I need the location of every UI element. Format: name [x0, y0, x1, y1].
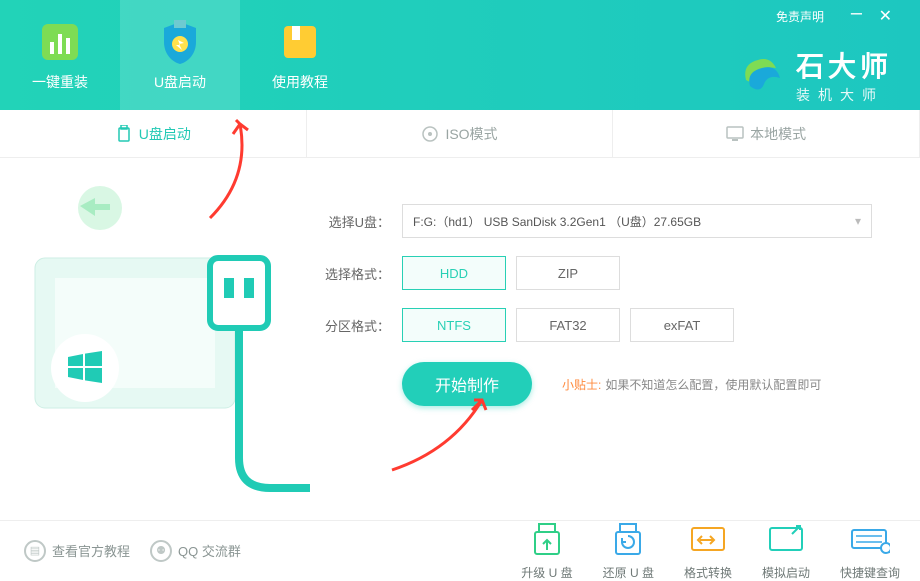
usb-select-value: F:G:（hd1） USB SanDisk 3.2Gen1 （U盘）27.65G… — [413, 213, 701, 230]
footer: ▤ 查看官方教程 ⚉ QQ 交流群 升级 U 盘 还原 U 盘 格式转换 — [0, 520, 920, 580]
tab-label: 使用教程 — [272, 72, 328, 92]
partition-label: 分区格式： — [310, 316, 390, 335]
monitor-icon — [726, 125, 744, 143]
sub-tabs: U盘启动 ISO模式 本地模式 — [0, 110, 920, 158]
form-area: 选择U盘： F:G:（hd1） USB SanDisk 3.2Gen1 （U盘）… — [310, 158, 920, 520]
start-button[interactable]: 开始制作 — [402, 362, 532, 406]
tool-restore-usb[interactable]: 还原 U 盘 — [603, 520, 654, 581]
tool-label: 还原 U 盘 — [603, 564, 654, 581]
book-open-icon: ▤ — [24, 540, 46, 562]
tool-label: 快捷键查询 — [840, 564, 900, 581]
tool-hotkey-lookup[interactable]: 快捷键查询 — [840, 520, 900, 581]
convert-icon — [688, 520, 728, 560]
tip-text: 如果不知道怎么配置，使用默认配置即可 — [605, 378, 821, 392]
footer-link-qq-group[interactable]: ⚉ QQ 交流群 — [150, 540, 241, 562]
format-option-zip[interactable]: ZIP — [516, 256, 620, 290]
subtab-label: U盘启动 — [139, 124, 191, 144]
subtab-iso-mode[interactable]: ISO模式 — [307, 110, 614, 157]
book-icon — [276, 18, 324, 66]
brand-subtitle: 装机大师 — [796, 85, 892, 105]
main-content: 选择U盘： F:G:（hd1） USB SanDisk 3.2Gen1 （U盘）… — [0, 158, 920, 520]
footer-link-label: QQ 交流群 — [178, 541, 241, 560]
footer-link-tutorial[interactable]: ▤ 查看官方教程 — [24, 540, 130, 562]
footer-link-label: 查看官方教程 — [52, 541, 130, 560]
format-option-hdd[interactable]: HDD — [402, 256, 506, 290]
people-icon: ⚉ — [150, 540, 172, 562]
usb-select[interactable]: F:G:（hd1） USB SanDisk 3.2Gen1 （U盘）27.65G… — [402, 204, 872, 238]
usb-restore-icon — [608, 520, 648, 560]
subtab-local-mode[interactable]: 本地模式 — [613, 110, 920, 157]
close-button[interactable]: ✕ — [879, 6, 892, 26]
brand-title: 石大师 — [796, 45, 892, 85]
tab-usb-boot[interactable]: U盘启动 — [120, 0, 240, 110]
usb-upgrade-icon — [527, 520, 567, 560]
brand-logo-icon — [736, 50, 786, 100]
tip-text-block: 小贴士: 如果不知道怎么配置，使用默认配置即可 — [562, 376, 821, 393]
tool-simulate-boot[interactable]: 模拟启动 — [762, 520, 810, 581]
subtab-label: ISO模式 — [445, 124, 497, 144]
tab-tutorial[interactable]: 使用教程 — [240, 0, 360, 110]
brand: 石大师 装机大师 — [736, 45, 892, 105]
tab-label: 一键重装 — [32, 72, 88, 92]
subtab-label: 本地模式 — [750, 124, 806, 144]
disclaimer-link[interactable]: 免责声明 — [776, 8, 824, 25]
bar-chart-icon — [36, 18, 84, 66]
tool-label: 模拟启动 — [762, 564, 810, 581]
header-tabs: 一键重装 U盘启动 使用教程 — [0, 0, 360, 110]
tip-label: 小贴士: — [562, 378, 601, 392]
partition-option-ntfs[interactable]: NTFS — [402, 308, 506, 342]
tab-label: U盘启动 — [154, 72, 206, 92]
format-label: 选择格式： — [310, 264, 390, 283]
tab-one-click-reinstall[interactable]: 一键重装 — [0, 0, 120, 110]
usb-icon — [115, 125, 133, 143]
iso-icon — [421, 125, 439, 143]
tool-upgrade-usb[interactable]: 升级 U 盘 — [521, 520, 572, 581]
usb-select-label: 选择U盘： — [310, 212, 390, 231]
tool-label: 格式转换 — [684, 564, 732, 581]
partition-option-exfat[interactable]: exFAT — [630, 308, 734, 342]
partition-option-fat32[interactable]: FAT32 — [516, 308, 620, 342]
illustration — [0, 158, 310, 520]
simulate-icon — [766, 520, 806, 560]
minimize-button[interactable]: – — [851, 2, 862, 25]
usb-shield-icon — [156, 18, 204, 66]
tool-label: 升级 U 盘 — [521, 564, 572, 581]
keyboard-search-icon — [850, 520, 890, 560]
chevron-down-icon: ▾ — [855, 214, 861, 228]
header: 一键重装 U盘启动 使用教程 免责声明 – ✕ 石大师 装机大师 — [0, 0, 920, 110]
subtab-usb-boot[interactable]: U盘启动 — [0, 110, 307, 157]
tool-format-convert[interactable]: 格式转换 — [684, 520, 732, 581]
